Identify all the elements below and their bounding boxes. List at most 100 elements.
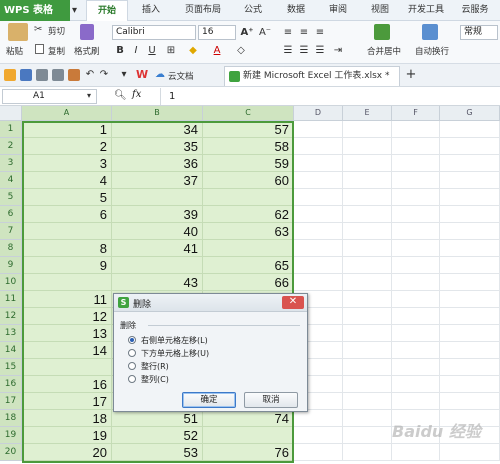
cell[interactable]: 36 [112, 155, 203, 172]
indent-icon[interactable]: ⇥ [332, 44, 344, 58]
cell[interactable] [343, 359, 392, 376]
tab-data[interactable]: 数据 [276, 0, 316, 21]
cell[interactable]: 62 [203, 206, 294, 223]
cell[interactable] [440, 257, 500, 274]
chevron-down-icon[interactable]: ▾ [72, 0, 77, 21]
cell[interactable] [440, 325, 500, 342]
cell[interactable] [22, 274, 112, 291]
tab-page-layout[interactable]: 页面布局 [174, 0, 232, 21]
cell[interactable]: 41 [112, 240, 203, 257]
grow-font-icon[interactable]: A⁺ [240, 26, 254, 40]
italic-button[interactable]: I [130, 44, 142, 58]
cancel-button[interactable]: 取消 [244, 392, 298, 408]
cell[interactable] [392, 138, 440, 155]
cell[interactable] [440, 172, 500, 189]
ok-button[interactable]: 确定 [182, 392, 236, 408]
cell[interactable] [343, 189, 392, 206]
row-header[interactable]: 6 [0, 206, 22, 223]
cell[interactable] [343, 291, 392, 308]
tab-developer[interactable]: 开发工具 [402, 0, 450, 21]
cell[interactable]: 66 [203, 274, 294, 291]
row-header[interactable]: 20 [0, 444, 22, 461]
cell[interactable] [294, 427, 343, 444]
zoom-icon[interactable]: 🔍︎ [114, 89, 127, 103]
column-header-d[interactable]: D [294, 106, 343, 121]
option-entire-row[interactable]: 整行(R) [128, 361, 298, 372]
bold-button[interactable]: B [114, 44, 126, 58]
cell[interactable] [392, 206, 440, 223]
tab-home[interactable]: 开始 [86, 0, 128, 21]
cell[interactable]: 1 [22, 121, 112, 138]
cell[interactable] [440, 206, 500, 223]
clear-format-icon[interactable]: ◇ [234, 44, 248, 58]
document-tab[interactable]: 新建 Microsoft Excel 工作表.xlsx * [224, 66, 400, 86]
format-painter-icon[interactable] [80, 24, 94, 40]
cell[interactable]: 5 [22, 189, 112, 206]
cut-button[interactable]: 剪切 [48, 25, 65, 37]
cell[interactable]: 6 [22, 206, 112, 223]
cell[interactable]: 76 [203, 444, 294, 461]
column-header-c[interactable]: C [203, 106, 294, 121]
row-header[interactable]: 1 [0, 121, 22, 138]
cell[interactable]: 4 [22, 172, 112, 189]
cell[interactable] [440, 342, 500, 359]
cell[interactable] [203, 240, 294, 257]
cell[interactable] [343, 223, 392, 240]
format-painter-button[interactable]: 格式刷 [74, 45, 100, 57]
cell[interactable] [343, 121, 392, 138]
open-folder-icon[interactable] [4, 69, 16, 81]
cell[interactable] [343, 410, 392, 427]
radio-button[interactable] [128, 349, 136, 357]
cell[interactable]: 19 [22, 427, 112, 444]
cell[interactable]: 14 [22, 342, 112, 359]
row-header[interactable]: 15 [0, 359, 22, 376]
row-header[interactable]: 3 [0, 155, 22, 172]
tab-view[interactable]: 视图 [360, 0, 400, 21]
column-header-b[interactable]: B [112, 106, 203, 121]
cell[interactable] [343, 393, 392, 410]
name-box[interactable]: A1 [2, 89, 97, 104]
cell[interactable] [22, 359, 112, 376]
cell[interactable] [294, 410, 343, 427]
cell[interactable]: 63 [203, 223, 294, 240]
option-shift-up[interactable]: 下方单元格上移(U) [128, 348, 298, 359]
option-entire-column[interactable]: 整列(C) [128, 374, 298, 385]
cell[interactable]: 53 [112, 444, 203, 461]
cell[interactable] [112, 257, 203, 274]
cell[interactable]: 2 [22, 138, 112, 155]
copy-icon[interactable] [35, 44, 44, 54]
cloud-doc-button[interactable]: 云文档 [168, 70, 194, 82]
row-header[interactable]: 10 [0, 274, 22, 291]
cell[interactable] [294, 257, 343, 274]
cell[interactable] [440, 138, 500, 155]
cell[interactable]: 43 [112, 274, 203, 291]
tab-review[interactable]: 审阅 [318, 0, 358, 21]
cell[interactable] [343, 155, 392, 172]
tab-cloud[interactable]: 云服务 [452, 0, 498, 21]
cell[interactable] [440, 393, 500, 410]
cell[interactable] [294, 155, 343, 172]
cell[interactable]: 34 [112, 121, 203, 138]
row-header[interactable]: 13 [0, 325, 22, 342]
radio-button[interactable] [128, 336, 136, 344]
cell[interactable] [203, 189, 294, 206]
cell[interactable] [392, 376, 440, 393]
border-icon[interactable]: ⊞ [164, 44, 178, 58]
cell[interactable] [440, 376, 500, 393]
cell[interactable] [392, 308, 440, 325]
print-preview-icon[interactable] [52, 69, 64, 81]
tab-formulas[interactable]: 公式 [234, 0, 272, 21]
cell[interactable]: 39 [112, 206, 203, 223]
row-header[interactable]: 16 [0, 376, 22, 393]
cell[interactable] [343, 206, 392, 223]
wrap-text-icon[interactable] [422, 24, 438, 40]
column-header-e[interactable]: E [343, 106, 392, 121]
font-color-icon[interactable]: A [210, 44, 224, 58]
cell[interactable] [343, 325, 392, 342]
cell[interactable] [392, 342, 440, 359]
cell[interactable] [440, 291, 500, 308]
cell[interactable] [22, 223, 112, 240]
cell[interactable] [343, 376, 392, 393]
column-header-f[interactable]: F [392, 106, 440, 121]
cell[interactable] [392, 444, 440, 461]
